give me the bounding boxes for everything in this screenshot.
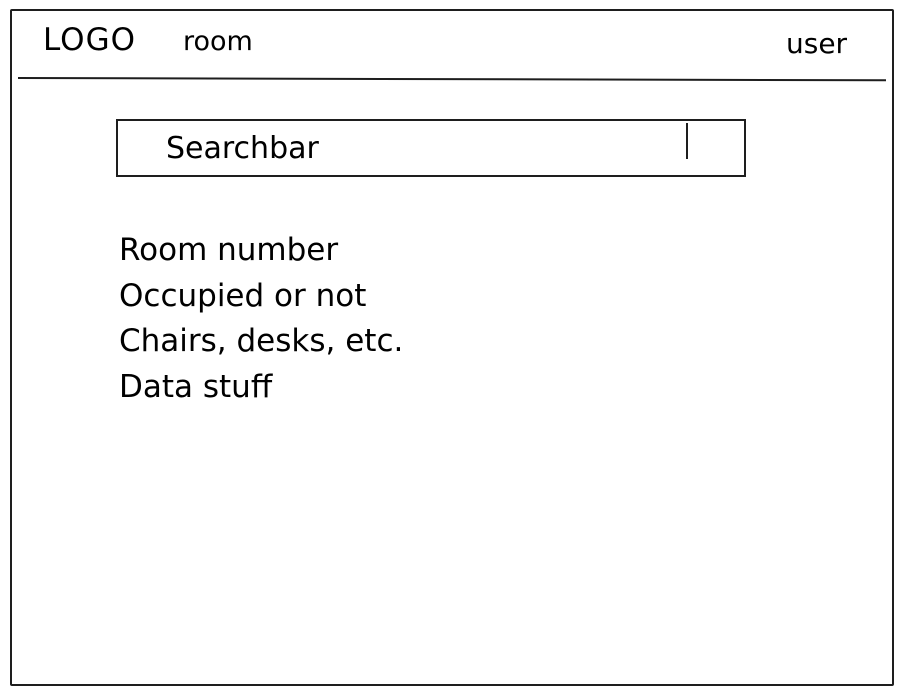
nav-room-link[interactable]: room bbox=[183, 26, 253, 58]
room-details-list: Room number Occupied or not Chairs, desk… bbox=[119, 228, 403, 410]
logo[interactable]: LOGO bbox=[43, 22, 136, 58]
furniture-item: Chairs, desks, etc. bbox=[119, 323, 404, 359]
data-item: Data stuff bbox=[119, 368, 273, 405]
search-input[interactable]: Searchbar bbox=[116, 119, 746, 177]
text-cursor bbox=[686, 123, 688, 159]
search-placeholder: Searchbar bbox=[166, 131, 319, 166]
occupancy-item: Occupied or not bbox=[119, 277, 367, 314]
user-menu[interactable]: user bbox=[786, 28, 847, 60]
room-number-item: Room number bbox=[119, 232, 339, 268]
